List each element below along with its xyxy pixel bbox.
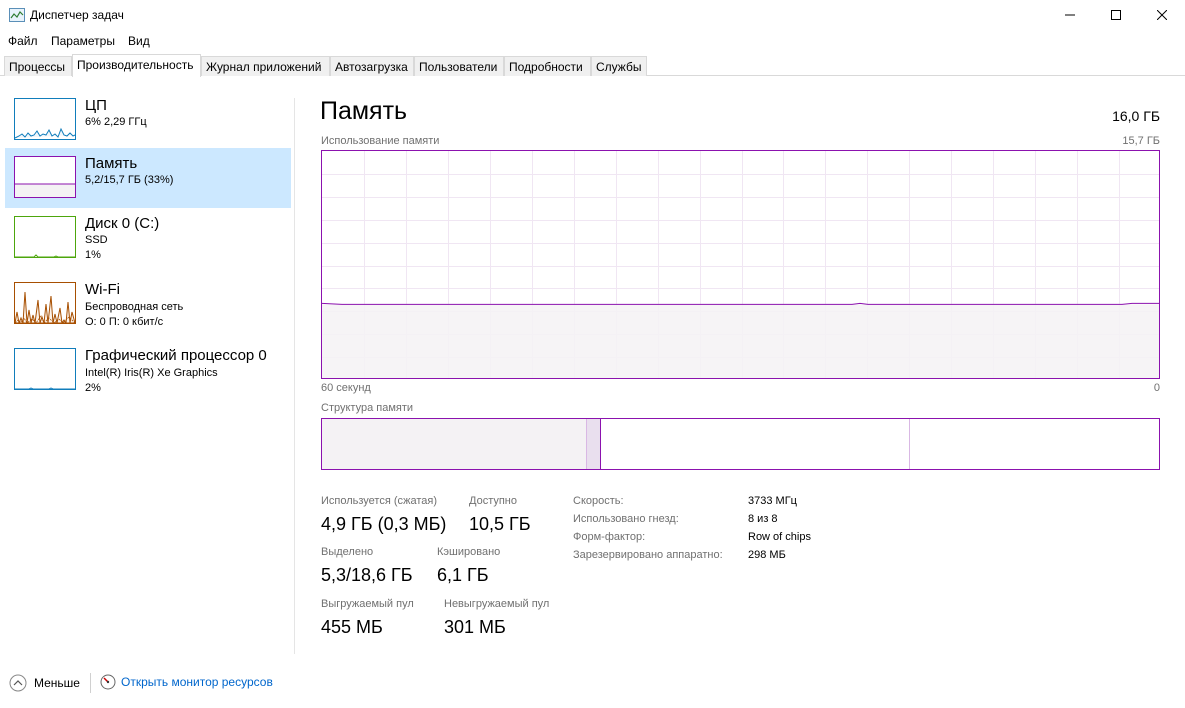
fewer-details-label: Меньше <box>34 676 80 690</box>
sidebar-item-detail: О: 0 П: 0 кбит/с <box>85 316 164 328</box>
form-factor-value: Row of chips <box>748 531 811 543</box>
disk-thumbnail-graph <box>14 216 76 258</box>
maximize-button[interactable] <box>1093 0 1139 30</box>
sidebar-item-type: Intel(R) Iris(R) Xe Graphics <box>85 367 218 379</box>
sidebar-item-name: Память <box>85 155 138 172</box>
memory-usage-graph <box>321 150 1160 379</box>
sidebar-item-name: Диск 0 (C:) <box>85 215 160 232</box>
footer-bar: Меньше Открыть монитор ресурсов <box>0 666 1185 700</box>
committed-label: Выделено <box>321 546 374 558</box>
memory-structure-svg <box>322 419 1159 469</box>
sidebar-item-wifi[interactable]: Wi-Fi Беспроводная сеть О: 0 П: 0 кбит/с <box>5 274 291 334</box>
speed-value: 3733 МГц <box>748 495 797 507</box>
slots-value: 8 из 8 <box>748 513 778 525</box>
maximize-icon <box>1111 10 1121 20</box>
menu-file[interactable]: Файл <box>8 34 38 48</box>
slots-label: Использовано гнезд: <box>573 513 679 525</box>
memory-thumbnail-graph <box>14 156 76 198</box>
title-bar: Диспетчер задач <box>0 0 1185 30</box>
sidebar-item-detail: 6% 2,29 ГГц <box>85 116 147 128</box>
task-manager-icon <box>9 8 25 22</box>
sidebar-item-detail: 5,2/15,7 ГБ (33%) <box>85 174 174 186</box>
minimize-button[interactable] <box>1047 0 1093 30</box>
open-resource-monitor-label: Открыть монитор ресурсов <box>121 675 273 689</box>
minimize-icon <box>1065 14 1075 16</box>
tab-users[interactable]: Пользователи <box>414 56 504 76</box>
gpu-thumbnail-graph <box>14 348 76 390</box>
tab-performance[interactable]: Производительность <box>72 54 201 77</box>
hardware-reserved-label: Зарезервировано аппаратно: <box>573 549 723 561</box>
cached-value: 6,1 ГБ <box>437 565 489 585</box>
sidebar-item-name: Wi-Fi <box>85 281 120 298</box>
paged-pool-label: Выгружаемый пул <box>321 598 414 610</box>
tab-services[interactable]: Службы <box>591 56 647 76</box>
usage-graph-max: 15,7 ГБ <box>1122 135 1160 147</box>
window-title: Диспетчер задач <box>30 8 124 22</box>
menu-bar: Файл Параметры Вид <box>0 31 1185 51</box>
sidebar-item-gpu[interactable]: Графический процессор 0 Intel(R) Iris(R)… <box>5 340 291 400</box>
graph-time-left: 60 секунд <box>321 382 371 394</box>
structure-free <box>910 419 1159 469</box>
tab-bar: Процессы Производительность Журнал прило… <box>0 54 1185 77</box>
page-title: Память <box>320 97 408 125</box>
footer-separator <box>90 673 91 693</box>
panel-divider <box>294 98 295 654</box>
hardware-reserved-value: 298 МБ <box>748 549 786 561</box>
nonpaged-pool-label: Невыгружаемый пул <box>444 598 550 610</box>
fewer-details-button[interactable]: Меньше <box>9 674 80 692</box>
sidebar-item-detail: 1% <box>85 249 101 261</box>
open-resource-monitor-link[interactable]: Открыть монитор ресурсов <box>100 674 273 690</box>
in-use-value: 4,9 ГБ (0,3 МБ) <box>321 514 447 534</box>
nonpaged-pool-value: 301 МБ <box>444 617 506 637</box>
menu-options[interactable]: Параметры <box>51 34 115 48</box>
tab-app-history[interactable]: Журнал приложений <box>201 56 330 76</box>
sidebar-item-memory[interactable]: Память 5,2/15,7 ГБ (33%) <box>5 148 291 208</box>
chevron-up-icon <box>9 674 27 692</box>
close-icon <box>1157 10 1167 20</box>
memory-structure-bar <box>321 418 1160 470</box>
paged-pool-value: 455 МБ <box>321 617 383 637</box>
sidebar-item-name: ЦП <box>85 97 107 114</box>
usage-graph-label: Использование памяти <box>321 135 440 147</box>
available-label: Доступно <box>469 495 518 507</box>
cached-label: Кэшировано <box>437 546 501 558</box>
tab-startup[interactable]: Автозагрузка <box>330 56 414 76</box>
usage-area <box>322 304 1159 378</box>
sidebar-item-name: Графический процессор 0 <box>85 347 267 364</box>
graph-time-right: 0 <box>1153 382 1160 394</box>
tab-details[interactable]: Подробности <box>504 56 591 76</box>
cpu-thumbnail-graph <box>14 98 76 140</box>
committed-value: 5,3/18,6 ГБ <box>321 565 413 585</box>
structure-label: Структура памяти <box>321 402 414 414</box>
available-value: 10,5 ГБ <box>469 514 531 534</box>
memory-total: 16,0 ГБ <box>1112 108 1160 124</box>
speed-label: Скорость: <box>573 495 624 507</box>
sidebar-item-type: Беспроводная сеть <box>85 301 184 313</box>
structure-modified <box>587 419 600 469</box>
close-button[interactable] <box>1139 0 1185 30</box>
sidebar-item-cpu[interactable]: ЦП 6% 2,29 ГГц <box>5 90 291 150</box>
sidebar-item-disk[interactable]: Диск 0 (C:) SSD 1% <box>5 208 291 268</box>
structure-standby <box>601 419 909 469</box>
structure-in-use <box>322 419 586 469</box>
sidebar-item-detail: 2% <box>85 382 101 394</box>
sidebar-item-type: SSD <box>85 234 108 246</box>
form-factor-label: Форм-фактор: <box>573 531 646 543</box>
memory-usage-graph-svg <box>322 151 1159 378</box>
tab-processes[interactable]: Процессы <box>4 56 72 76</box>
resource-monitor-icon <box>100 674 116 690</box>
usage-line <box>322 302 1159 305</box>
in-use-label: Используется (сжатая) <box>321 495 438 507</box>
wifi-thumbnail-graph <box>14 282 76 324</box>
menu-view[interactable]: Вид <box>128 34 150 48</box>
